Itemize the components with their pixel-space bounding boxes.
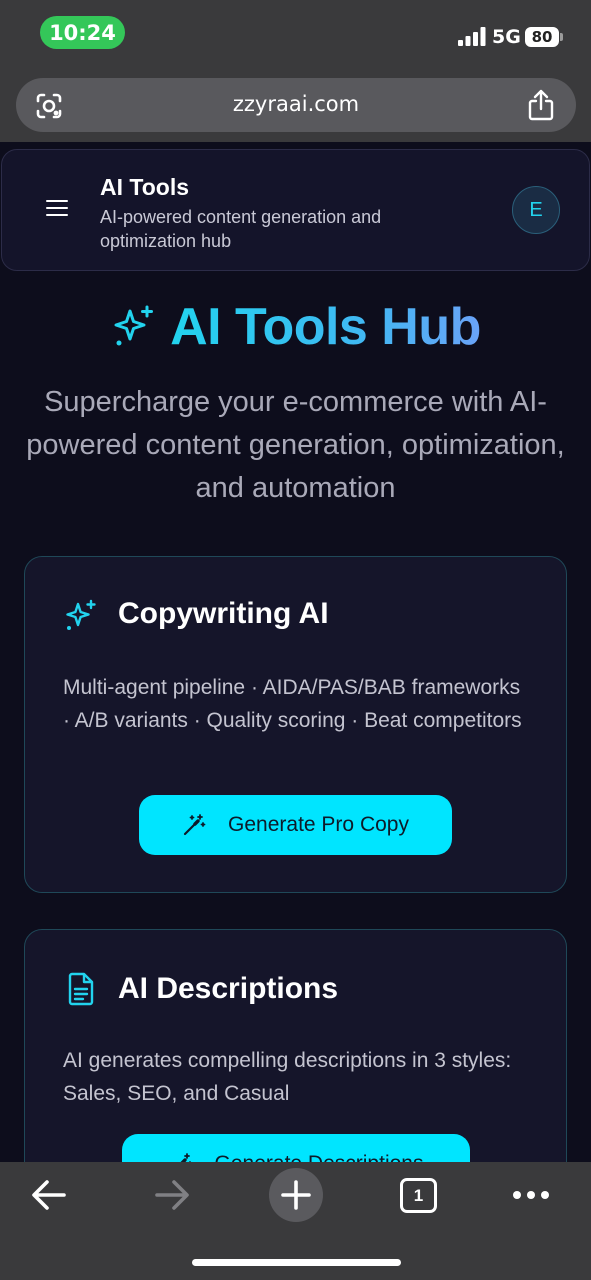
- card-description: Multi-agent pipeline · AIDA/PAS/BAB fram…: [63, 676, 522, 732]
- status-bar: 10:24 5G 80: [0, 0, 591, 66]
- forward-arrow-icon[interactable]: [153, 1179, 191, 1211]
- signal-icon: [458, 27, 486, 46]
- browser-top-chrome: 10:24 5G 80 zzyraai.com: [0, 0, 591, 142]
- card-description: AI generates compelling descriptions in …: [63, 1049, 512, 1105]
- generate-pro-copy-button[interactable]: Generate Pro Copy: [139, 795, 452, 855]
- tool-card-copywriting: Copywriting AI Multi-agent pipeline · AI…: [24, 556, 567, 893]
- sparkles-icon: [66, 599, 96, 630]
- url-text[interactable]: zzyraai.com: [16, 92, 576, 116]
- hero-title-row: AI Tools Hub: [0, 295, 591, 359]
- document-icon: [68, 972, 94, 1006]
- sparkles-icon: [114, 305, 154, 346]
- back-arrow-icon[interactable]: [30, 1179, 68, 1211]
- status-time: 10:24: [40, 16, 125, 49]
- tab-count: 1: [413, 1185, 424, 1205]
- share-icon[interactable]: [526, 89, 556, 121]
- header-subtitle: AI-powered content generation and optimi…: [100, 207, 382, 251]
- hamburger-menu-icon[interactable]: [46, 200, 68, 218]
- tabs-count-button[interactable]: 1: [400, 1178, 437, 1213]
- magic-wand-icon: [183, 814, 206, 836]
- home-indicator: [192, 1259, 401, 1266]
- user-avatar[interactable]: E: [512, 186, 560, 234]
- more-options-icon[interactable]: [512, 1189, 550, 1201]
- new-tab-plus-icon[interactable]: [268, 1167, 324, 1223]
- url-bar[interactable]: zzyraai.com: [16, 78, 576, 132]
- hero-subtitle: Supercharge your e-commerce with AI-powe…: [26, 386, 565, 504]
- hero-title: AI Tools Hub: [170, 298, 481, 356]
- card-title: AI Descriptions: [118, 972, 339, 1005]
- header-title: AI Tools: [100, 174, 190, 200]
- battery-icon: 80: [525, 27, 559, 47]
- app-header: AI Tools AI-powered content generation a…: [1, 149, 590, 271]
- network-label: 5G: [492, 26, 521, 48]
- battery-tip: [560, 33, 563, 41]
- button-label: Generate Pro Copy: [228, 813, 409, 836]
- card-title: Copywriting AI: [118, 597, 329, 630]
